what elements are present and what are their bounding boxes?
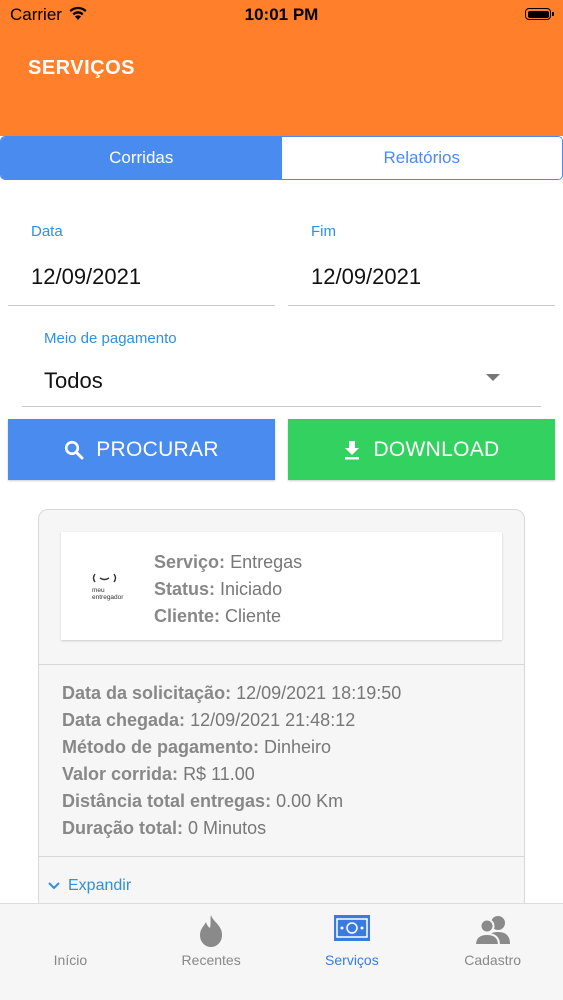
payment-method-underline xyxy=(22,406,541,407)
logo-text-entregador: entregador xyxy=(92,594,124,601)
tab-relatorios[interactable]: Relatórios xyxy=(281,137,562,179)
service-label: Serviço: xyxy=(154,552,226,572)
client-row: Cliente: Cliente xyxy=(154,603,302,630)
search-button-label: PROCURAR xyxy=(96,437,219,461)
clock: 10:01 PM xyxy=(244,5,319,24)
detail-label: Data chegada: xyxy=(62,710,186,730)
detail-row: Distância total entregas: 0.00 Km xyxy=(62,788,401,815)
tab-label: Início xyxy=(53,952,88,968)
download-button-label: DOWNLOAD xyxy=(373,437,500,461)
detail-label: Distância total entregas: xyxy=(62,791,272,811)
detail-label: Método de pagamento: xyxy=(62,737,259,757)
payment-method-select[interactable]: Todos xyxy=(44,368,103,394)
status-bar: Carrier 10:01 PM xyxy=(0,0,563,30)
card-divider xyxy=(39,856,524,857)
download-button[interactable]: DOWNLOAD xyxy=(288,419,555,480)
search-button[interactable]: PROCURAR xyxy=(8,419,275,480)
detail-label: Valor corrida: xyxy=(62,764,179,784)
service-value: Entregas xyxy=(230,552,303,572)
end-date-underline xyxy=(288,305,555,306)
users-icon xyxy=(473,916,510,946)
detail-value: 0 Minutos xyxy=(188,818,267,838)
caret-down-icon[interactable] xyxy=(486,374,500,381)
chevron-down-icon xyxy=(48,882,60,890)
logo-text-meu: meu xyxy=(92,587,105,594)
app-header: Carrier 10:01 PM SERVIÇOS xyxy=(0,0,563,136)
detail-row: Data chegada: 12/09/2021 21:48:12 xyxy=(62,707,401,734)
detail-value: 0.00 Km xyxy=(276,791,344,811)
tab-inicio[interactable]: Início xyxy=(0,904,141,973)
card-divider xyxy=(39,664,524,665)
ride-summary-info: Serviço: Entregas Status: Iniciado Clien… xyxy=(154,549,302,630)
home-indicator-area xyxy=(0,972,563,1000)
tab-cadastro[interactable]: Cadastro xyxy=(422,904,563,973)
segmented-control: Corridas Relatórios xyxy=(0,136,563,180)
detail-value: Dinheiro xyxy=(264,737,332,757)
tab-label: Serviços xyxy=(325,952,379,968)
detail-label: Duração total: xyxy=(62,818,184,838)
client-value: Cliente xyxy=(225,606,282,626)
tab-corridas[interactable]: Corridas xyxy=(1,137,282,179)
download-icon xyxy=(345,440,360,459)
status-row: Status: Iniciado xyxy=(154,576,302,603)
money-icon xyxy=(333,915,370,941)
detail-value: 12/09/2021 18:19:50 xyxy=(236,683,402,703)
tab-servicos[interactable]: Serviços xyxy=(282,904,423,973)
end-date-label: Fim xyxy=(311,223,336,240)
detail-row: Data da solicitação: 12/09/2021 18:19:50 xyxy=(62,680,401,707)
status-label: Status: xyxy=(154,579,216,599)
detail-row: Duração total: 0 Minutos xyxy=(62,815,401,842)
detail-label: Data da solicitação: xyxy=(62,683,232,703)
tab-label: Cadastro xyxy=(464,952,522,968)
tab-bar: Início Recentes Serviços Cadastro xyxy=(0,903,563,973)
meu-entregador-logo: meu entregador xyxy=(92,573,124,601)
detail-row: Método de pagamento: Dinheiro xyxy=(62,734,401,761)
ride-summary: meu entregador Serviço: Entregas Status:… xyxy=(61,532,502,640)
service-row: Serviço: Entregas xyxy=(154,549,302,576)
detail-value: 12/09/2021 21:48:12 xyxy=(190,710,356,730)
battery-icon xyxy=(525,8,554,20)
tab-label: Recentes xyxy=(181,952,241,968)
ride-details: Data da solicitação: 12/09/2021 18:19:50… xyxy=(62,680,401,842)
start-date-label: Data xyxy=(31,223,63,240)
start-date-underline xyxy=(8,305,275,306)
tab-recentes[interactable]: Recentes xyxy=(141,904,282,973)
search-icon xyxy=(65,440,84,459)
detail-row: Valor corrida: R$ 11.00 xyxy=(62,761,401,788)
status-value: Iniciado xyxy=(220,579,283,599)
expand-label: Expandir xyxy=(68,877,132,894)
expand-button[interactable]: Expandir xyxy=(47,877,131,895)
ride-card[interactable]: meu entregador Serviço: Entregas Status:… xyxy=(38,509,525,929)
payment-method-label: Meio de pagamento xyxy=(44,330,177,347)
page-title: SERVIÇOS xyxy=(28,57,135,79)
detail-value: R$ 11.00 xyxy=(183,764,255,784)
start-date-field[interactable]: 12/09/2021 xyxy=(31,264,141,290)
end-date-field[interactable]: 12/09/2021 xyxy=(311,264,421,290)
flame-icon xyxy=(200,915,223,947)
client-label: Cliente: xyxy=(154,606,221,626)
